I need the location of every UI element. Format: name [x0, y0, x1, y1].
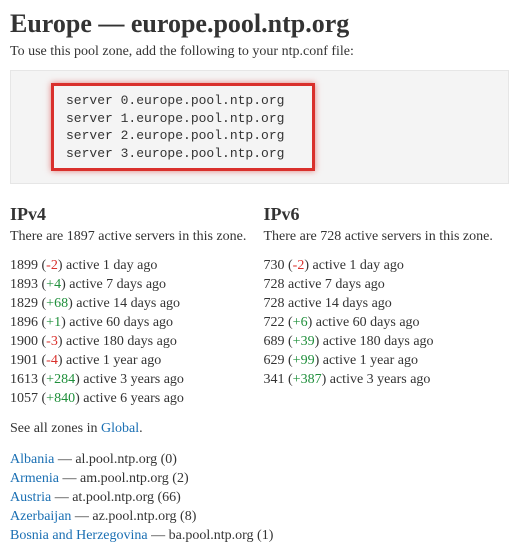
ipv4-history-count: 1896: [10, 315, 38, 330]
zone-line: Azerbaijan — az.pool.ntp.org (8): [10, 508, 509, 527]
zone-link[interactable]: Armenia: [10, 471, 59, 486]
ipv4-history-count: 1899: [10, 258, 38, 273]
ipv4-history-count: 1901: [10, 353, 38, 368]
ipv4-history-line: 1901 (-4) active 1 year ago: [10, 352, 256, 371]
ipv6-history-count: 689: [264, 334, 285, 349]
ipv4-history-suffix: active 6 years ago: [80, 391, 184, 406]
ipv6-history-suffix: active 14 days ago: [285, 296, 392, 311]
zone-line: Armenia — am.pool.ntp.org (2): [10, 470, 509, 489]
ipv4-history-count: 1057: [10, 391, 38, 406]
ipv6-history-line: 728 active 14 days ago: [264, 295, 510, 314]
ipv6-history-count: 341: [264, 372, 285, 387]
ipv6-history-delta: +387: [293, 372, 322, 387]
zone-rest: — ba.pool.ntp.org (1): [148, 528, 274, 543]
ipv4-summary-suffix: active servers in this zone.: [95, 229, 247, 244]
ipv4-history-count: 1900: [10, 334, 38, 349]
ipv4-history-delta: -2: [46, 258, 58, 273]
ipv6-history-suffix: active 60 days ago: [312, 315, 419, 330]
ipv4-history-line: 1900 (-3) active 180 days ago: [10, 333, 256, 352]
zone-line: Bosnia and Herzegovina — ba.pool.ntp.org…: [10, 527, 509, 546]
ipv4-history-suffix: active 180 days ago: [63, 334, 177, 349]
ipv4-history-delta: -4: [46, 353, 58, 368]
ipv4-history-line: 1829 (+68) active 14 days ago: [10, 295, 256, 314]
ipv6-history-count: 728: [264, 277, 285, 292]
ipv6-history-line: 629 (+99) active 1 year ago: [264, 352, 510, 371]
ipv6-history-line: 730 (-2) active 1 day ago: [264, 257, 510, 276]
ipv6-history-delta: +99: [293, 353, 315, 368]
ipv6-history: 730 (-2) active 1 day ago728 active 7 da…: [264, 257, 510, 389]
ipv4-history-suffix: active 1 day ago: [63, 258, 158, 273]
ipv6-heading: IPv6: [264, 202, 510, 226]
ipv4-history-delta: +840: [46, 391, 75, 406]
page-title: Europe — europe.pool.ntp.org: [10, 6, 509, 41]
zone-link[interactable]: Bosnia and Herzegovina: [10, 528, 148, 543]
ipv6-history-suffix: active 180 days ago: [319, 334, 433, 349]
ipv4-summary-prefix: There are: [10, 229, 67, 244]
ipv4-history-suffix: active 14 days ago: [73, 296, 180, 311]
ipv6-column: IPv6 There are 728 active servers in thi…: [264, 202, 510, 408]
ipv6-count: 728: [320, 229, 341, 244]
ipv4-history-delta: +284: [46, 372, 75, 387]
ipv4-history-suffix: active 60 days ago: [66, 315, 173, 330]
see-all-suffix: .: [139, 421, 143, 436]
ipv6-history-delta: +6: [293, 315, 308, 330]
ipv4-history-delta: +68: [46, 296, 68, 311]
ipv4-history-suffix: active 7 days ago: [66, 277, 166, 292]
ipv4-history-count: 1893: [10, 277, 38, 292]
ipv4-count: 1897: [67, 229, 95, 244]
ipv6-history-count: 728: [264, 296, 285, 311]
zone-link[interactable]: Azerbaijan: [10, 509, 71, 524]
zone-list: Albania — al.pool.ntp.org (0)Armenia — a…: [10, 451, 509, 545]
ipv4-history-delta: +4: [46, 277, 61, 292]
zone-line: Austria — at.pool.ntp.org (66): [10, 489, 509, 508]
ipv6-history-line: 728 active 7 days ago: [264, 276, 510, 295]
see-all-prefix: See all zones in: [10, 421, 101, 436]
ipv4-history: 1899 (-2) active 1 day ago1893 (+4) acti…: [10, 257, 256, 408]
ipv6-history-line: 722 (+6) active 60 days ago: [264, 314, 510, 333]
ipv4-history-line: 1899 (-2) active 1 day ago: [10, 257, 256, 276]
zone-rest: — az.pool.ntp.org (8): [71, 509, 196, 524]
ipv4-history-line: 1893 (+4) active 7 days ago: [10, 276, 256, 295]
zone-rest: — at.pool.ntp.org (66): [51, 490, 181, 505]
ipv4-history-line: 1896 (+1) active 60 days ago: [10, 314, 256, 333]
zone-rest: — am.pool.ntp.org (2): [59, 471, 189, 486]
global-link[interactable]: Global: [101, 421, 139, 436]
config-highlight: server 0.europe.pool.ntp.org server 1.eu…: [51, 83, 315, 171]
zone-rest: — al.pool.ntp.org (0): [54, 452, 177, 467]
ipv6-history-delta: -2: [293, 258, 305, 273]
config-box: server 0.europe.pool.ntp.org server 1.eu…: [10, 70, 509, 184]
zone-link[interactable]: Austria: [10, 490, 51, 505]
ipv4-history-suffix: active 3 years ago: [80, 372, 184, 387]
ipv6-summary-prefix: There are: [264, 229, 321, 244]
ipv6-history-count: 722: [264, 315, 285, 330]
ipv4-history-suffix: active 1 year ago: [63, 353, 162, 368]
ipv4-history-line: 1057 (+840) active 6 years ago: [10, 390, 256, 409]
ipv4-history-delta: -3: [46, 334, 58, 349]
ipv6-history-suffix: active 1 day ago: [309, 258, 404, 273]
ipv6-history-suffix: active 1 year ago: [319, 353, 418, 368]
zone-line: Albania — al.pool.ntp.org (0): [10, 451, 509, 470]
ipv6-history-delta: +39: [293, 334, 315, 349]
ipv6-history-count: 730: [264, 258, 285, 273]
ipv6-summary-suffix: active servers in this zone.: [341, 229, 493, 244]
ipv4-history-count: 1613: [10, 372, 38, 387]
ipv4-column: IPv4 There are 1897 active servers in th…: [10, 202, 256, 408]
ipv6-history-suffix: active 3 years ago: [326, 372, 430, 387]
zone-link[interactable]: Albania: [10, 452, 54, 467]
ipv4-history-line: 1613 (+284) active 3 years ago: [10, 371, 256, 390]
ipv4-summary: There are 1897 active servers in this zo…: [10, 228, 256, 247]
ipv6-history-suffix: active 7 days ago: [285, 277, 385, 292]
ipv4-history-delta: +1: [46, 315, 61, 330]
see-all-zones: See all zones in Global.: [10, 420, 509, 439]
ipv6-summary: There are 728 active servers in this zon…: [264, 228, 510, 247]
ipv6-history-line: 689 (+39) active 180 days ago: [264, 333, 510, 352]
config-intro: To use this pool zone, add the following…: [10, 43, 509, 62]
ipv4-heading: IPv4: [10, 202, 256, 226]
ipv6-history-count: 629: [264, 353, 285, 368]
ipv6-history-line: 341 (+387) active 3 years ago: [264, 371, 510, 390]
ipv4-history-count: 1829: [10, 296, 38, 311]
